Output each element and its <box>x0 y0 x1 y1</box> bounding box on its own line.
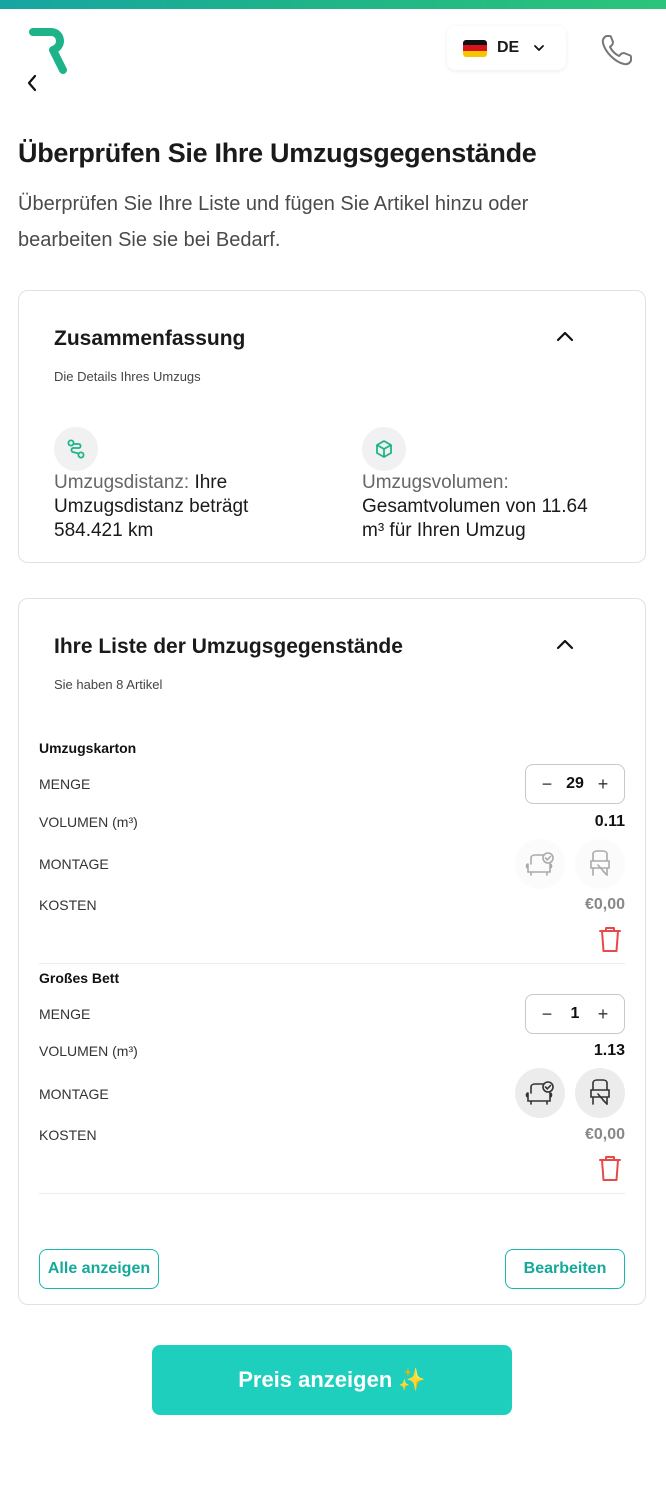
assembly-label: MONTAGE <box>39 1086 109 1102</box>
disassembly-toggle[interactable] <box>515 839 565 889</box>
increment-button[interactable]: + <box>596 1005 610 1023</box>
top-accent-bar <box>0 0 666 9</box>
cost-label: KOSTEN <box>39 1127 97 1143</box>
distance-stat: Umzugsdistanz: Ihre Umzugsdistanz beträg… <box>54 471 304 543</box>
decrement-button[interactable]: − <box>540 1005 554 1023</box>
page-title: Überprüfen Sie Ihre Umzugsgegenstände <box>18 138 537 168</box>
brand-logo <box>29 28 67 74</box>
sofa-check-icon <box>525 852 554 876</box>
assembly-toggle[interactable] <box>575 1068 625 1118</box>
trash-icon[interactable] <box>597 925 623 953</box>
chevron-up-icon[interactable] <box>553 633 577 657</box>
cost-value: €0,00 <box>584 1126 625 1143</box>
list-item: Umzugskarton MENGE − 29 + VOLUMEN (m³) 0… <box>39 740 625 966</box>
summary-card: Zusammenfassung Die Details Ihres Umzugs… <box>18 290 646 563</box>
page-subtitle: Überprüfen Sie Ihre Liste und fügen Sie … <box>18 193 529 251</box>
volume-label: VOLUMEN (m³) <box>39 1043 138 1059</box>
summary-title: Zusammenfassung <box>54 327 246 350</box>
item-name: Großes Bett <box>39 970 120 986</box>
chevron-down-icon <box>534 45 545 51</box>
cost-value: €0,00 <box>584 896 625 913</box>
sofa-check-icon <box>525 1081 554 1105</box>
volume-stat: Umzugsvolumen: Gesamtvolumen von 11.64 m… <box>362 471 612 543</box>
volume-value: Gesamtvolumen von 11.64 m³ für Ihren Umz… <box>362 496 588 541</box>
distance-label: Umzugsdistanz: <box>54 472 190 493</box>
summary-subtitle: Die Details Ihres Umzugs <box>54 369 201 384</box>
volume-label: Umzugsvolumen: <box>362 472 509 493</box>
edit-button[interactable]: Bearbeiten <box>505 1249 625 1289</box>
items-subtitle: Sie haben 8 Artikel <box>54 677 163 692</box>
item-divider <box>39 963 625 964</box>
item-divider <box>39 1193 625 1194</box>
volume-value: 1.13 <box>593 1042 625 1059</box>
items-title: Ihre Liste der Umzugsgegenstände <box>54 635 403 658</box>
language-selector[interactable]: DE <box>447 26 566 70</box>
volume-value: 0.11 <box>594 813 625 830</box>
trash-icon[interactable] <box>597 1154 623 1182</box>
back-chevron-icon[interactable] <box>22 70 44 96</box>
chair-tool-icon <box>590 1079 610 1105</box>
chair-tool-icon <box>590 850 610 876</box>
increment-button[interactable]: + <box>596 775 610 793</box>
disassembly-toggle[interactable] <box>515 1068 565 1118</box>
show-price-button[interactable]: Preis anzeigen ✨ <box>152 1345 512 1415</box>
list-item: Großes Bett MENGE − 1 + VOLUMEN (m³) 1.1… <box>39 970 625 1196</box>
language-code: DE <box>497 39 520 56</box>
item-name: Umzugskarton <box>39 740 137 756</box>
items-card: Ihre Liste der Umzugsgegenstände Sie hab… <box>18 598 646 1305</box>
show-all-button[interactable]: Alle anzeigen <box>39 1249 159 1289</box>
quantity-label: MENGE <box>39 1006 91 1022</box>
assembly-label: MONTAGE <box>39 856 109 872</box>
quantity-stepper[interactable]: − 1 + <box>525 994 625 1034</box>
quantity-stepper[interactable]: − 29 + <box>525 764 625 804</box>
box-icon <box>362 427 406 471</box>
quantity-value: 29 <box>566 775 584 792</box>
assembly-toggle[interactable] <box>575 839 625 889</box>
cost-label: KOSTEN <box>39 897 97 913</box>
quantity-label: MENGE <box>39 776 91 792</box>
decrement-button[interactable]: − <box>540 775 554 793</box>
chevron-up-icon[interactable] <box>553 325 577 349</box>
volume-label: VOLUMEN (m³) <box>39 814 138 830</box>
quantity-value: 1 <box>570 1005 580 1022</box>
germany-flag-icon <box>463 39 487 57</box>
route-icon <box>54 427 98 471</box>
phone-icon[interactable] <box>598 31 636 69</box>
